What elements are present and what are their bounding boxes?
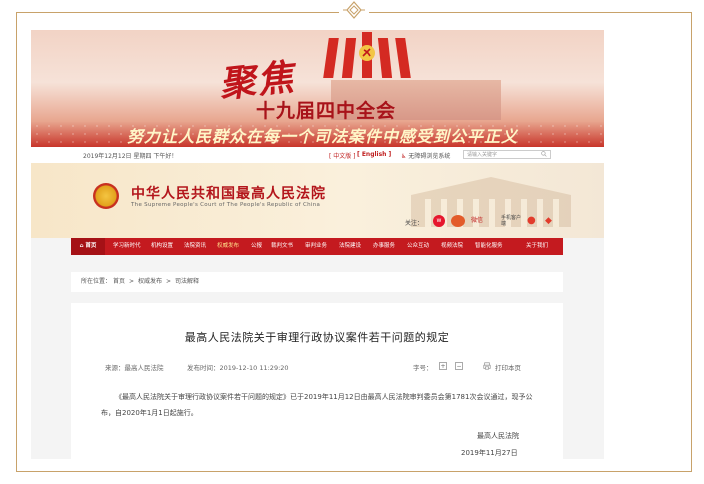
article-body: 《最高人民法院关于审理行政协议案件若干问题的规定》已于2019年11月12日由最… [101, 393, 533, 417]
site-title[interactable]: 中华人民共和国最高人民法院 [131, 183, 326, 203]
nav-item[interactable]: 智能化服务 [475, 238, 503, 255]
hero-banner: 聚焦 十九届四中全会 努力让人民群众在每一个司法案件中感受到公平正义 [31, 30, 604, 147]
breadcrumb-sep: > [166, 278, 172, 285]
nav-item-active[interactable]: 权威发布 [217, 238, 239, 255]
date-text: 2019年12月12日 星期四 下午好！ [83, 153, 178, 160]
follow-label: 关注： [405, 220, 424, 227]
site-header: 中华人民共和国最高人民法院 The Supreme People's Court… [31, 163, 604, 238]
android-icon[interactable]: ◆ [545, 215, 555, 227]
ornament-icon [339, 0, 369, 20]
party-emblem-icon [359, 45, 375, 61]
site-subtitle: The Supreme People's Court of The People… [131, 202, 321, 208]
national-emblem-icon [93, 183, 119, 209]
lang-english-link[interactable]: [ English ] [357, 151, 391, 158]
nav-item[interactable]: 公报 [251, 238, 262, 255]
nav-home-label: 首页 [85, 243, 97, 249]
utility-bar: 2019年12月12日 星期四 下午好！ [ 中文版 ] [ English ]… [31, 147, 604, 163]
article-title: 最高人民法院关于审理行政协议案件若干问题的规定 [184, 331, 450, 344]
nav-item[interactable]: 裁判文书 [271, 238, 293, 255]
nav-item[interactable]: 法院资讯 [184, 238, 206, 255]
font-decrease-button[interactable]: − [455, 362, 463, 370]
nav-item[interactable]: 机构设置 [151, 238, 173, 255]
nav-item[interactable]: 视频法院 [441, 238, 463, 255]
nav-item[interactable]: 学习新时代 [113, 238, 141, 255]
barrier-free-link[interactable]: ♿ 无障碍浏览系统 [401, 151, 450, 160]
home-icon: ⌂ [79, 243, 84, 249]
weibo-icon[interactable]: w [433, 215, 445, 227]
article-published: 发布时间：2019-12-10 11:29:20 [187, 364, 289, 372]
accessibility-icon: ♿ [401, 153, 407, 160]
breadcrumb-page[interactable]: 司法解释 [175, 272, 199, 292]
signature-date: 2019年11月27日 [461, 449, 518, 457]
screenshot-panel: 聚焦 十九届四中全会 努力让人民群众在每一个司法案件中感受到公平正义 2019年… [31, 30, 604, 459]
breadcrumb-section[interactable]: 权威发布 [138, 272, 162, 292]
search-placeholder: 请输入关键字 [467, 152, 498, 158]
breadcrumb-prefix: 所在位置： [81, 278, 112, 285]
signature-org: 最高人民法院 [477, 432, 519, 440]
breadcrumb: 所在位置： 首页 > 权威发布 > 司法解释 [71, 272, 563, 292]
nav-item[interactable]: 审判业务 [305, 238, 327, 255]
print-button[interactable]: 打印本页 [495, 362, 521, 372]
font-size-label: 字号： [413, 364, 433, 372]
wechat-label[interactable]: 微信 [471, 215, 483, 227]
wechat-icon[interactable] [451, 215, 465, 227]
search-input[interactable]: 请输入关键字 [463, 150, 551, 159]
font-increase-button[interactable]: + [439, 362, 447, 370]
search-icon[interactable] [541, 151, 547, 157]
nav-item[interactable]: 关于我们 [526, 238, 548, 255]
nav-item[interactable]: 公众互动 [407, 238, 429, 255]
apple-icon[interactable]: ● [527, 215, 537, 227]
breadcrumb-home[interactable]: 首页 [113, 272, 125, 292]
article-source: 来源：最高人民法院 [105, 364, 164, 372]
article-panel: 最高人民法院关于审理行政协议案件若干问题的规定 来源：最高人民法院 发布时间：2… [71, 303, 563, 459]
nav-home[interactable]: ⌂ 首页 [71, 238, 105, 255]
nav-item[interactable]: 法院建设 [339, 238, 361, 255]
barrier-free-label: 无障碍浏览系统 [408, 153, 451, 160]
banner-slogan: 努力让人民群众在每一个司法案件中感受到公平正义 [127, 127, 519, 146]
mobile-client-label[interactable]: 手机客户端 [501, 215, 521, 227]
lang-chinese-link[interactable]: [ 中文版 ] [329, 151, 356, 160]
main-nav: ⌂ 首页 学习新时代 机构设置 法院资讯 权威发布 公报 裁判文书 审判业务 法… [71, 238, 563, 255]
breadcrumb-sep: > [129, 278, 135, 285]
banner-plenary: 十九届四中全会 [256, 100, 397, 122]
nav-item[interactable]: 办事服务 [373, 238, 395, 255]
print-icon[interactable] [483, 362, 491, 370]
